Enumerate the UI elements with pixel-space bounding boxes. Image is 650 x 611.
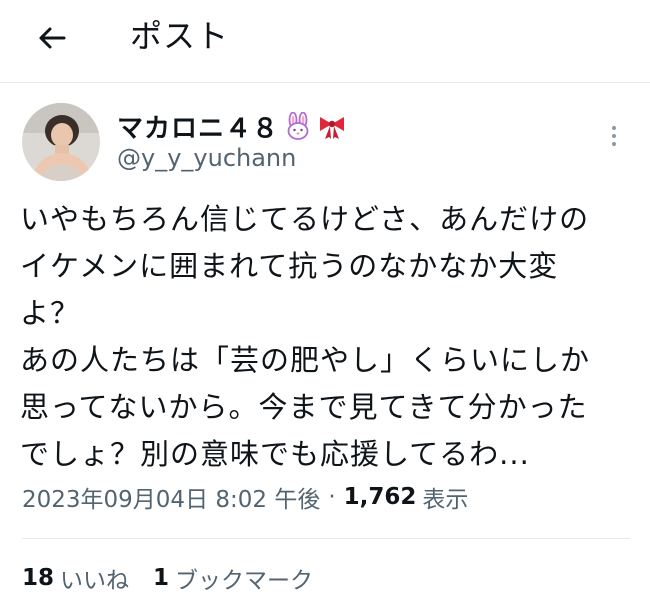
rabbit-face-icon [285,112,311,140]
timestamp[interactable]: 2023年09月04日 8:02 午後 [22,480,320,514]
views-label: 表示 [422,487,469,513]
more-options-button[interactable] [600,118,628,154]
avatar[interactable] [22,103,100,181]
tweet-line: 思ってないから。今まで見てきて分かった [20,390,588,424]
bookmarks-count: 1 [153,565,170,591]
top-bar: ポスト [0,0,650,83]
tweet-line: でしょ？別の意味でも応援してるわ... [20,437,530,471]
likes-stat[interactable]: 18 いいね [22,561,129,595]
page-title: ポスト [130,17,230,55]
meta-separator: · [328,484,336,510]
back-button[interactable] [28,14,76,62]
display-name: マカロニ４８ [117,113,280,144]
tweet-line: よ？ [20,296,81,330]
ribbon-icon [317,112,347,140]
likes-count: 18 [22,565,55,591]
author-handle[interactable]: @y_y_yuchann [117,144,296,172]
tweet-text: いやもちろん信じてるけどさ、あんだけの イケメンに囲まれて抗うのなかなか大変 よ… [20,196,630,478]
more-dot-icon [612,126,616,130]
avatar-image [22,103,100,181]
more-dot-icon [612,134,616,138]
engagement-stats: 18 いいね 1 ブックマーク [22,561,313,595]
views-count: 1,762 [343,484,417,510]
tweet-line: イケメンに囲まれて抗うのなかなか大変 [20,249,559,283]
likes-label: いいね [60,568,130,594]
tweet-meta: 2023年09月04日 8:02 午後 · 1,762 表示 [22,480,468,514]
bookmarks-label: ブックマーク [175,568,314,594]
arrow-left-icon [39,27,66,49]
bookmarks-stat[interactable]: 1 ブックマーク [153,561,313,595]
tweet-line: あの人たちは「芸の肥やし」くらいにしか [20,343,591,377]
divider [22,538,630,539]
author-name-row[interactable]: マカロニ４８ [117,109,347,144]
more-dot-icon [612,142,616,146]
tweet-line: いやもちろん信じてるけどさ、あんだけの [20,202,590,236]
